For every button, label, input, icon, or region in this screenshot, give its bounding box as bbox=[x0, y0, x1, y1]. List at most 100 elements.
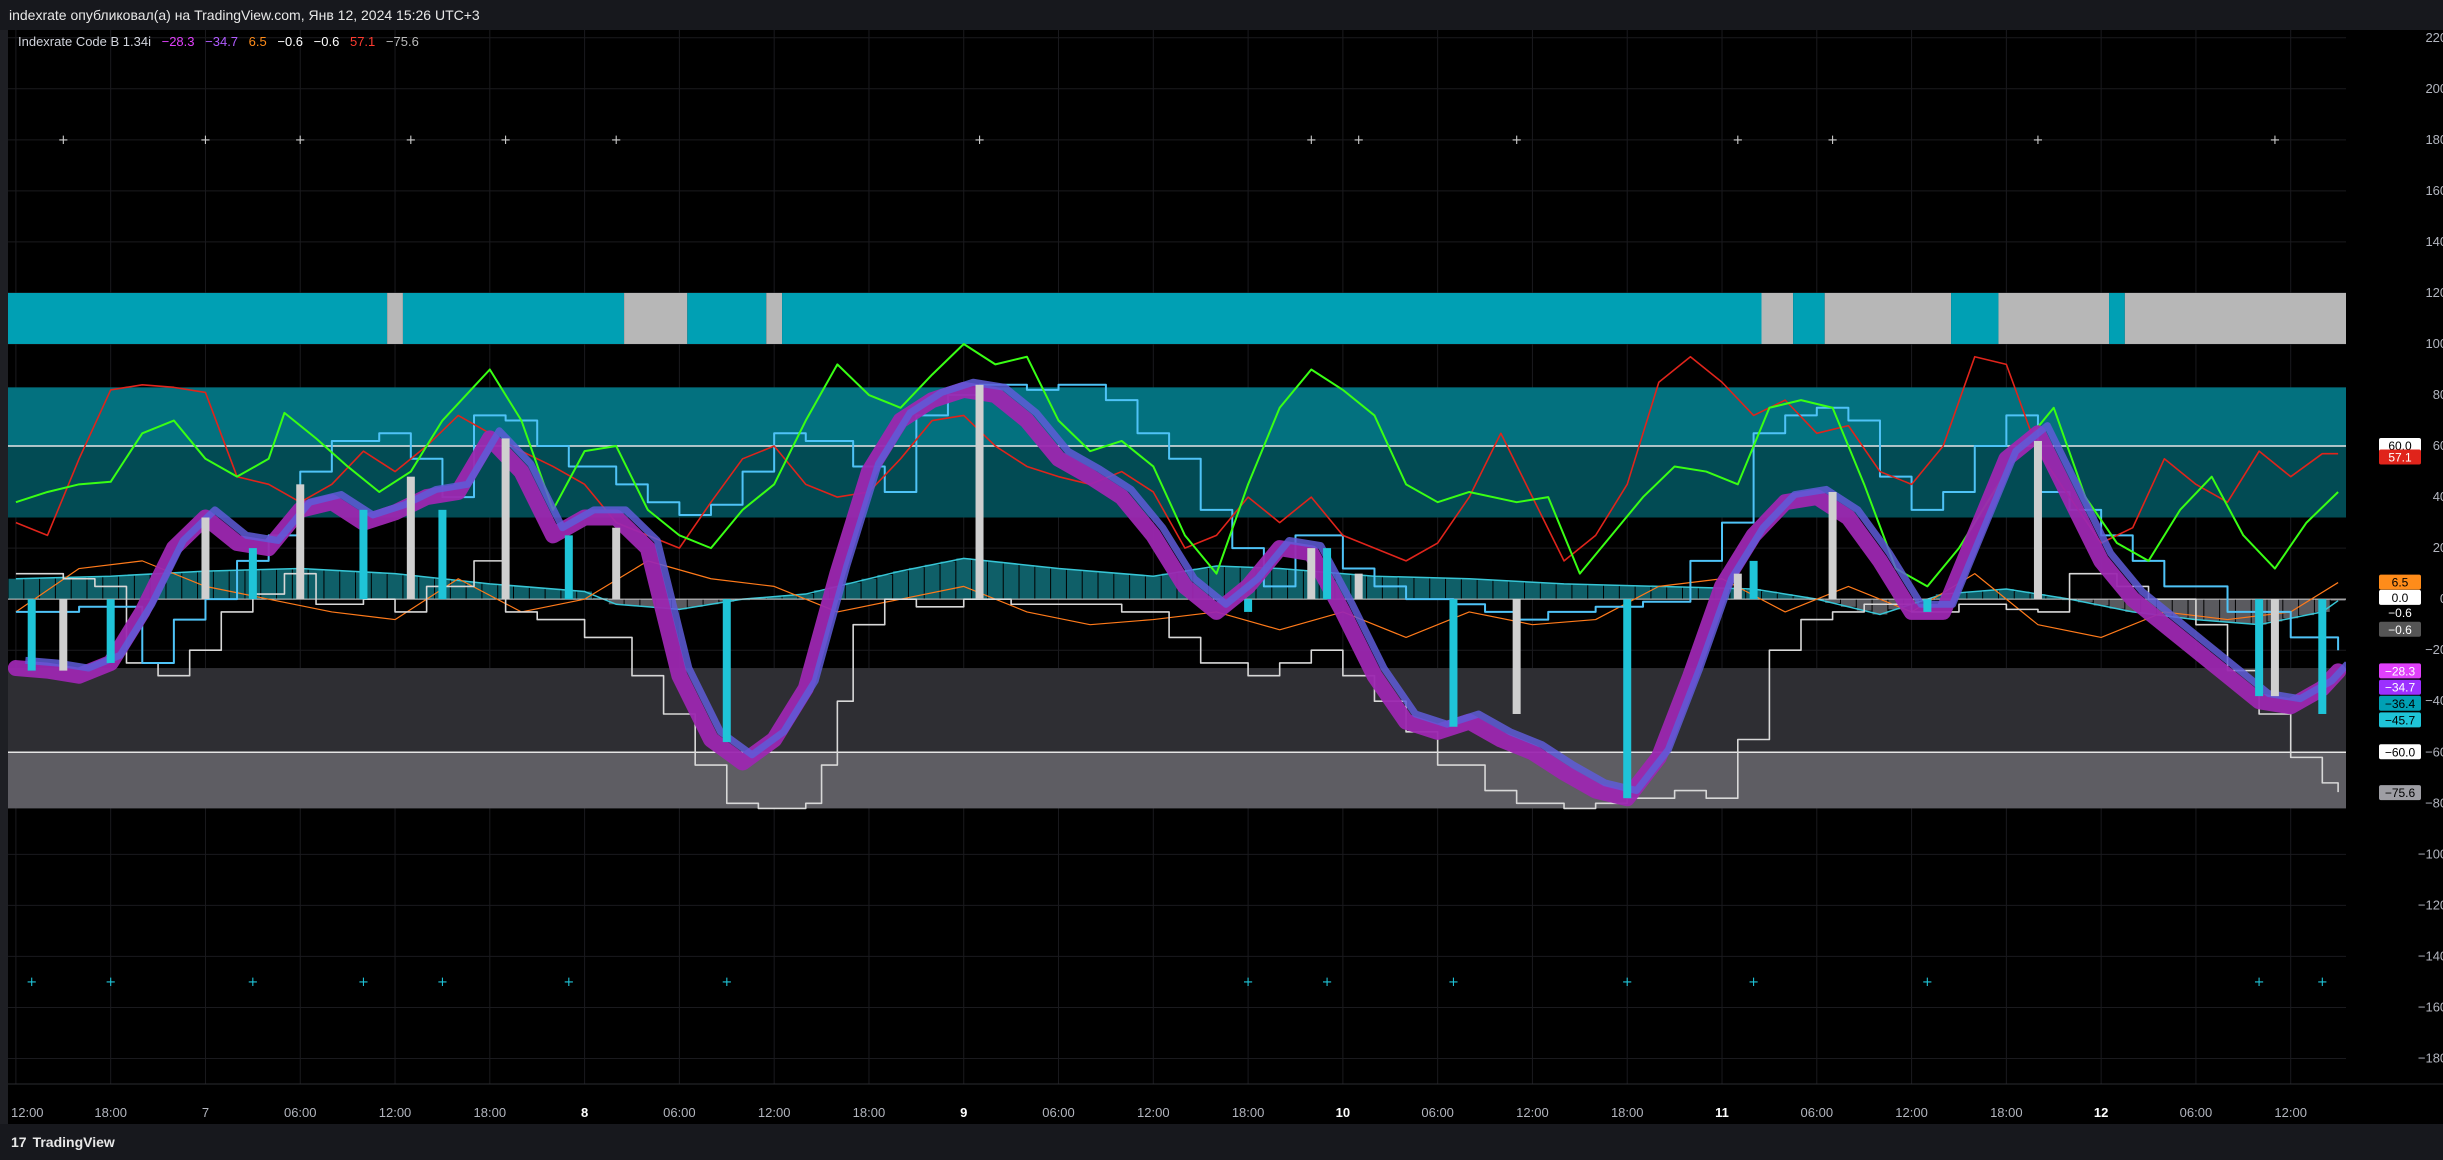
legend-value: −0.6 bbox=[313, 34, 340, 49]
y-tick-label: 160.0 bbox=[2425, 183, 2443, 198]
histogram-bar bbox=[1446, 578, 1461, 600]
signal-marker-bottom: + bbox=[721, 975, 732, 990]
legend-value: −34.7 bbox=[205, 34, 239, 49]
x-tick-label: 12:00 bbox=[758, 1105, 791, 1120]
x-tick-label: 18:00 bbox=[474, 1105, 507, 1120]
signal-bar bbox=[1749, 560, 1758, 600]
signal-bar bbox=[501, 438, 510, 600]
histogram-bar bbox=[1572, 584, 1588, 600]
legend-value: −75.6 bbox=[385, 34, 419, 49]
signal-bar bbox=[296, 484, 305, 600]
y-tick-label: 60.0 bbox=[2433, 438, 2443, 453]
x-tick-label: 12:00 bbox=[11, 1105, 44, 1120]
histogram-bar bbox=[1003, 563, 1019, 600]
signal-marker-bottom: + bbox=[1622, 975, 1633, 990]
signal-marker-bottom: + bbox=[105, 975, 116, 990]
x-tick-label: 18:00 bbox=[853, 1105, 886, 1120]
tradingview-logo[interactable]: 17 TradingView bbox=[11, 1134, 121, 1150]
status-strip-segment bbox=[624, 292, 688, 344]
status-strip-segment bbox=[1761, 292, 1794, 344]
signal-bar bbox=[1449, 599, 1458, 727]
histogram-bar bbox=[450, 580, 466, 600]
y-tick-label: 220.0 bbox=[2425, 30, 2443, 45]
signal-bar bbox=[1307, 548, 1316, 600]
signal-marker-top: + bbox=[1732, 133, 1743, 148]
histogram-bar bbox=[1098, 572, 1114, 600]
chart-frame[interactable]: + + + + + + + + + + + + + + + + + + + + + + + + + + + + +220.0 200.0 1… bbox=[8, 30, 2443, 1124]
footer-bar: 17 TradingView bbox=[0, 1124, 2443, 1160]
price-label: −75.6 bbox=[2385, 786, 2416, 800]
y-tick-label: −20.0 bbox=[2425, 642, 2443, 657]
legend-value: 57.1 bbox=[349, 34, 376, 49]
x-tick-label: 12:00 bbox=[379, 1105, 412, 1120]
signal-bar bbox=[564, 535, 573, 600]
histogram-bar bbox=[213, 570, 229, 600]
histogram-bar bbox=[956, 558, 972, 600]
x-tick-label: 06:00 bbox=[663, 1105, 696, 1120]
signal-bar bbox=[359, 509, 368, 600]
x-tick-label: 11 bbox=[1715, 1105, 1729, 1120]
x-tick-label: 06:00 bbox=[284, 1105, 317, 1120]
signal-marker-bottom: + bbox=[358, 975, 369, 990]
signal-bar bbox=[1512, 599, 1521, 714]
status-strip-segment bbox=[402, 292, 625, 344]
legend-value: −28.3 bbox=[161, 34, 195, 49]
histogram-bar bbox=[40, 577, 55, 600]
histogram-bar bbox=[324, 570, 340, 600]
price-label: −0.6 bbox=[2388, 606, 2412, 620]
status-strip-segment bbox=[1793, 292, 1825, 344]
tradingview-logo-icon: 17 bbox=[11, 1134, 27, 1150]
signal-bar bbox=[1923, 599, 1932, 612]
histogram-bar bbox=[877, 574, 893, 600]
x-tick-label: 06:00 bbox=[2180, 1105, 2213, 1120]
histogram-bar bbox=[1604, 585, 1619, 600]
signal-bar bbox=[2255, 599, 2264, 697]
signal-marker-top: + bbox=[58, 133, 69, 148]
signal-bar bbox=[975, 384, 984, 600]
signal-marker-bottom: + bbox=[1322, 975, 1333, 990]
signal-bar bbox=[248, 548, 257, 600]
histogram-bar bbox=[1066, 569, 1082, 600]
indicator-legend[interactable]: Indexrate Code B 1.34i −28.3 −34.7 6.5 −… bbox=[18, 34, 426, 49]
x-tick-label: 9 bbox=[960, 1105, 967, 1120]
signal-bar bbox=[1244, 599, 1253, 612]
histogram-bar bbox=[987, 561, 1003, 600]
histogram-bar bbox=[1272, 568, 1288, 600]
x-tick-label: 18:00 bbox=[1611, 1105, 1644, 1120]
histogram-bar bbox=[1130, 574, 1145, 600]
y-tick-label: −80.0 bbox=[2425, 795, 2443, 810]
indicator-chart[interactable]: + + + + + + + + + + + + + + + + + + + + + + + + + + + + +220.0 200.0 1… bbox=[8, 30, 2443, 1124]
signal-marker-bottom: + bbox=[1448, 975, 1459, 990]
histogram-bar bbox=[1525, 582, 1540, 600]
price-label: 6.5 bbox=[2392, 576, 2409, 590]
signal-marker-top: + bbox=[200, 133, 211, 148]
status-strip-segment bbox=[1951, 292, 1999, 344]
status-strip-segment bbox=[1824, 292, 1952, 344]
x-tick-label: 12 bbox=[2094, 1105, 2108, 1120]
histogram-bar bbox=[1114, 573, 1130, 600]
status-strip-segment bbox=[387, 292, 403, 344]
y-tick-label: −40.0 bbox=[2425, 693, 2443, 708]
histogram-bar bbox=[1414, 577, 1430, 600]
signal-marker-top: + bbox=[500, 133, 511, 148]
histogram-bar bbox=[1051, 568, 1066, 600]
x-tick-label: 06:00 bbox=[1801, 1105, 1834, 1120]
histogram-bar bbox=[340, 571, 356, 600]
price-label: −60.0 bbox=[2385, 745, 2416, 759]
signal-marker-top: + bbox=[1306, 133, 1317, 148]
histogram-bar bbox=[1619, 585, 1635, 600]
price-label: −28.3 bbox=[2385, 664, 2416, 678]
histogram-bar bbox=[514, 586, 529, 600]
histogram-bar bbox=[1035, 566, 1051, 600]
signal-bar bbox=[2033, 440, 2042, 600]
signal-marker-bottom: + bbox=[437, 975, 448, 990]
signal-marker-top: + bbox=[611, 133, 622, 148]
histogram-bar bbox=[1983, 590, 1998, 600]
lower-zone-outer bbox=[8, 752, 2346, 809]
signal-marker-top: + bbox=[1353, 133, 1364, 148]
upper-zone-outer bbox=[8, 387, 2346, 447]
x-tick-label: 06:00 bbox=[1421, 1105, 1454, 1120]
histogram-bar bbox=[1382, 576, 1398, 600]
signal-bar bbox=[722, 599, 731, 743]
histogram-bar bbox=[1667, 586, 1683, 600]
